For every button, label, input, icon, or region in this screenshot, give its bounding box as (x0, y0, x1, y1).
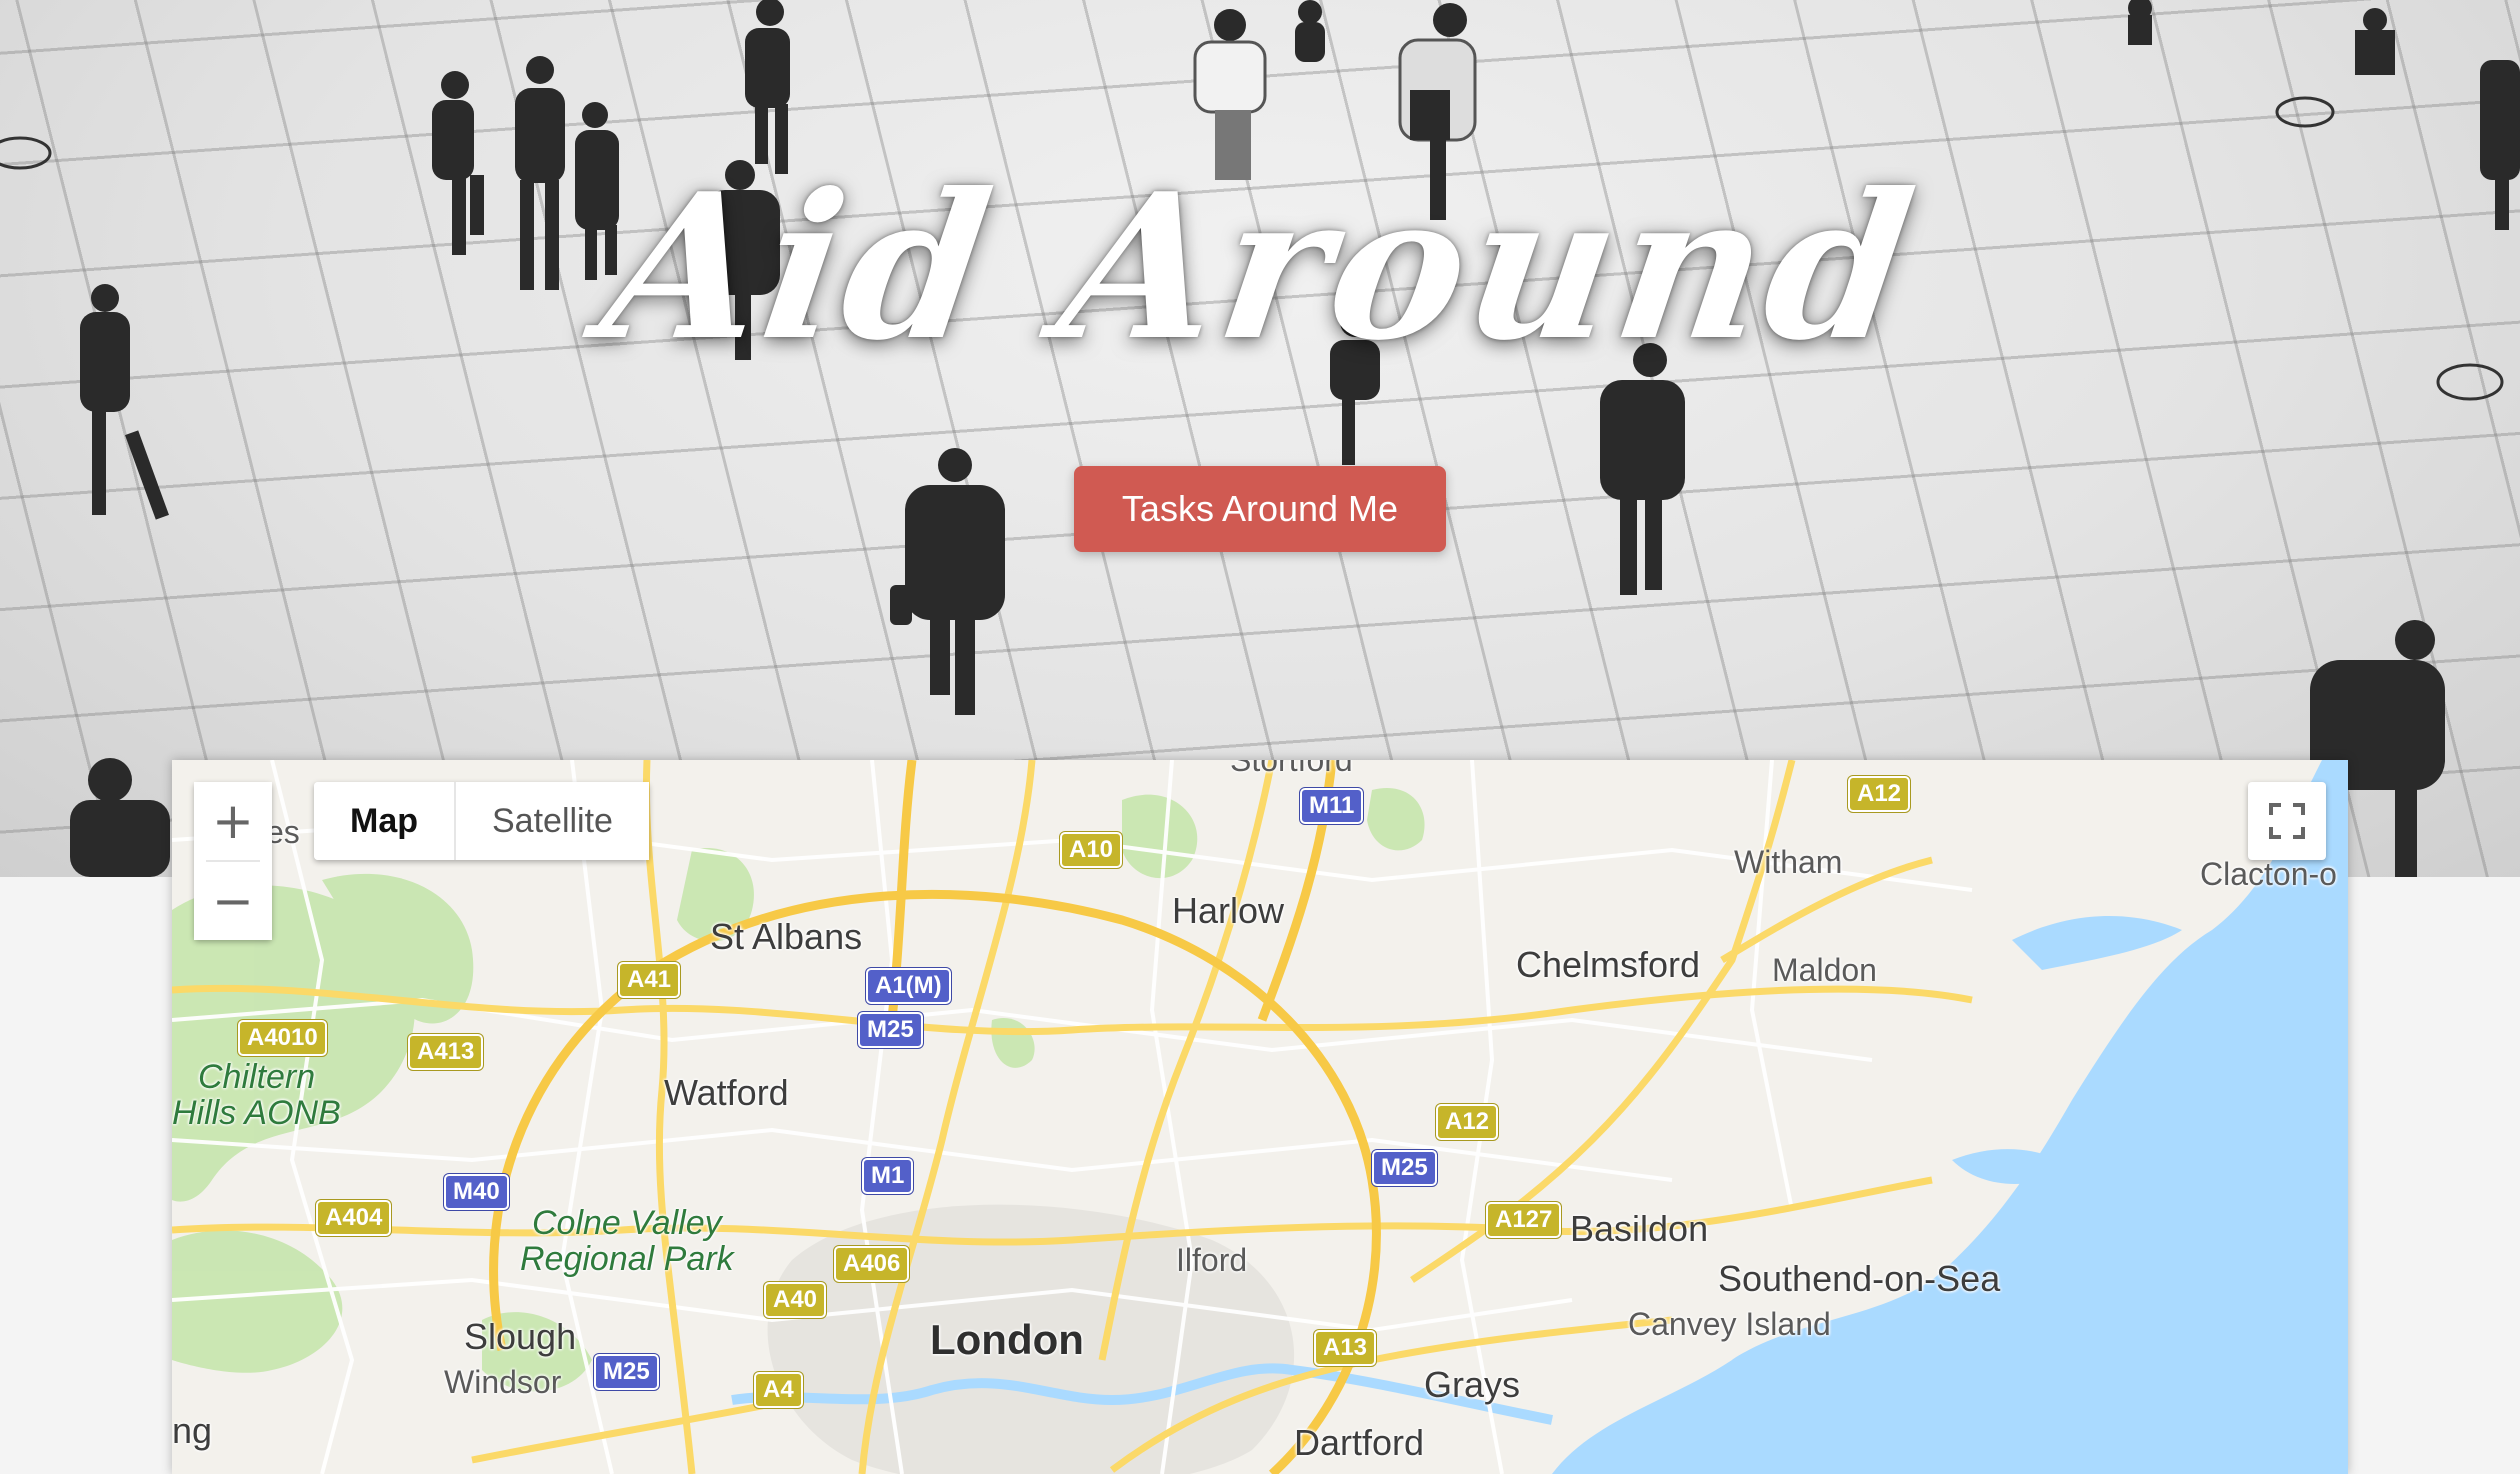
zoom-in-button[interactable]: + (194, 782, 272, 860)
place-label-witham: Witham (1734, 844, 1843, 880)
map-type-map-button[interactable]: Map (314, 782, 454, 860)
tasks-around-me-button[interactable]: Tasks Around Me (1074, 466, 1446, 552)
place-label-harlow: Harlow (1172, 890, 1285, 931)
place-label-basildon: Basildon (1570, 1208, 1709, 1249)
place-label-chiltern: Chiltern (198, 1058, 316, 1096)
road-shield-a4010: A4010 (238, 1020, 327, 1056)
road-shield-a10: A10 (1060, 832, 1123, 868)
place-label-windsor: Windsor (444, 1364, 562, 1400)
road-shield-a12-top: A12 (1848, 776, 1911, 812)
place-label-regional-park: Regional Park (520, 1240, 734, 1278)
road-shield-a406: A406 (834, 1246, 910, 1282)
place-label-ng: ng (172, 1410, 213, 1451)
road-shield-a13: A13 (1314, 1330, 1377, 1366)
road-shield-a1m: A1(M) (866, 968, 951, 1004)
place-label-dartford: Dartford (1294, 1422, 1425, 1463)
hero-banner: Aid Around Tasks Around Me (0, 0, 2520, 877)
road-shield-m25-north: M25 (858, 1012, 923, 1048)
place-label-colne-valley: Colne Valley (532, 1204, 722, 1242)
road-shield-a127: A127 (1486, 1202, 1562, 1238)
place-label-canvey-island: Canvey Island (1628, 1306, 1831, 1342)
road-shield-a404: A404 (316, 1200, 392, 1236)
page: Aid Around Tasks Around Me Stortford es … (0, 0, 2520, 1474)
road-shield-m25-west: M25 (594, 1354, 659, 1390)
place-label-maldon: Maldon (1772, 952, 1877, 988)
road-shield-a413: A413 (408, 1034, 484, 1070)
fullscreen-icon (2269, 803, 2305, 839)
zoom-control: + − (194, 782, 272, 940)
map-type-satellite-button[interactable]: Satellite (456, 782, 649, 860)
place-label-clacton: Clacton-o (2200, 856, 2337, 892)
road-shield-m1: M1 (862, 1158, 914, 1194)
fullscreen-button[interactable] (2248, 782, 2326, 860)
place-label-watford: Watford (664, 1072, 789, 1113)
hero-background-photo (0, 0, 2520, 877)
place-label-ilford: Ilford (1176, 1242, 1248, 1278)
place-label-hills-aonb: Hills AONB (172, 1094, 341, 1132)
road-shield-a12-mid: A12 (1436, 1104, 1499, 1140)
road-shield-a41: A41 (618, 962, 681, 998)
place-label-grays: Grays (1424, 1364, 1521, 1405)
place-label-chelmsford: Chelmsford (1516, 944, 1701, 985)
place-label-stortford: Stortford (1230, 760, 1353, 778)
map-widget[interactable]: Stortford es Harlow Witham Clacton-o St … (172, 760, 2348, 1474)
place-label-st-albans: St Albans (710, 916, 863, 957)
place-label-london: London (930, 1316, 1084, 1363)
road-shield-m11: M11 (1300, 788, 1364, 824)
place-label-southend: Southend-on-Sea (1718, 1258, 2001, 1299)
road-shield-m25-east: M25 (1372, 1150, 1437, 1186)
road-shield-a40: A40 (764, 1282, 827, 1318)
place-label-slough: Slough (464, 1316, 577, 1357)
site-title: Aid Around (590, 150, 1930, 385)
map-type-control: Map Satellite (314, 782, 649, 860)
road-shield-a4: A4 (754, 1372, 803, 1408)
zoom-out-button[interactable]: − (194, 862, 272, 940)
road-shield-m40: M40 (444, 1174, 509, 1210)
